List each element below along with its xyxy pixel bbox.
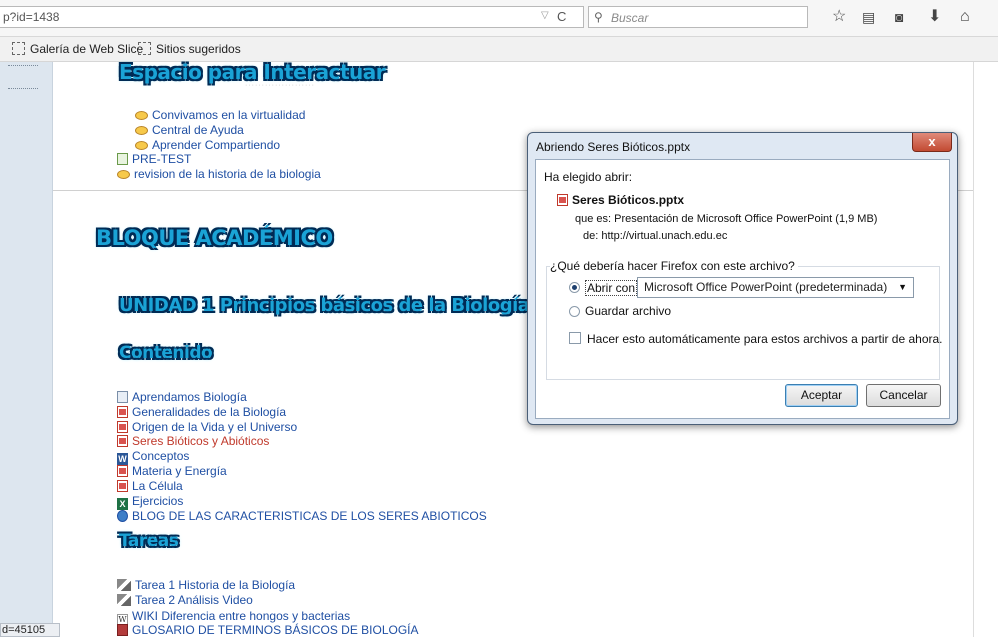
download-dialog: Abriendo Seres Bióticos.pptx x Ha elegid… (527, 132, 958, 425)
resource-link[interactable]: Convivamos en la virtualidad (135, 108, 305, 122)
content-heading: Contenido (119, 343, 213, 363)
powerpoint-icon (557, 194, 568, 206)
chat-icon (117, 170, 130, 179)
unit-heading: UNIDAD 1 Principios básicos de la Biolog… (119, 295, 530, 316)
search-placeholder[interactable]: Buscar (611, 11, 648, 25)
task-link[interactable]: Tarea 2 Análisis Video (117, 593, 253, 607)
resource-link[interactable]: Central de Ayuda (135, 123, 244, 137)
navigation-toolbar: p?id=1438 ▽ C ⚲ Buscar ☆ ▤ ◙ ⬇ ⌂ (0, 0, 998, 37)
tasks-heading: Tareas (119, 531, 179, 551)
bookmark-suggested-sites[interactable]: Sitios sugeridos (138, 42, 241, 56)
dialog-title: Abriendo Seres Bióticos.pptx (536, 140, 691, 154)
save-file-label[interactable]: Guardar archivo (585, 304, 671, 318)
powerpoint-icon (117, 435, 128, 447)
open-with-label[interactable]: Abrir con (585, 280, 638, 296)
file-type: que es: Presentación de Microsoft Office… (575, 213, 878, 225)
accept-button[interactable]: Aceptar (785, 384, 858, 407)
downloads-icon[interactable]: ⬇ (928, 8, 941, 26)
home-icon[interactable]: ⌂ (960, 8, 970, 26)
file-name: Seres Bióticos.pptx (557, 193, 684, 207)
resource-link[interactable]: Aprendamos Biología (117, 390, 247, 404)
blog-icon (117, 510, 128, 522)
pocket-icon[interactable]: ◙ (895, 8, 903, 26)
dialog-body: Ha elegido abrir: Seres Bióticos.pptx qu… (535, 159, 950, 419)
resource-link[interactable]: La Célula (117, 479, 183, 493)
powerpoint-icon (117, 406, 128, 418)
heading-watermark: ····················· (245, 82, 315, 89)
bookmark-web-slice[interactable]: Galería de Web Slice (12, 42, 143, 56)
resource-link[interactable]: W Conceptos (117, 449, 189, 465)
action-question: ¿Qué debería hacer Firefox con este arch… (550, 259, 798, 273)
resource-link[interactable]: Origen de la Vida y el Universo (117, 420, 297, 434)
auto-action-label[interactable]: Hacer esto automáticamente para estos ar… (587, 332, 943, 346)
resource-link[interactable]: PRE-TEST (117, 152, 191, 166)
auto-action-checkbox[interactable] (569, 332, 581, 344)
bookmark-star-icon[interactable]: ☆ (832, 8, 846, 26)
resource-link[interactable]: revision de la historia de la biologia (117, 167, 321, 181)
open-with-radio[interactable] (569, 282, 580, 293)
url-bar[interactable]: p?id=1438 ▽ C (0, 6, 584, 28)
sidebar-divider (8, 88, 38, 89)
bookmarks-toolbar: Galería de Web Slice Sitios sugeridos (0, 37, 998, 62)
open-with-select[interactable]: Microsoft Office PowerPoint (predetermin… (637, 277, 914, 298)
glossary-icon (117, 624, 128, 636)
powerpoint-icon (117, 421, 128, 433)
resource-link[interactable]: X Ejercicios (117, 494, 183, 510)
resource-link-active[interactable]: Seres Bióticos y Abióticos (117, 434, 269, 448)
status-bar: d=45105 (0, 623, 60, 637)
resource-link[interactable]: Aprender Compartiendo (135, 138, 280, 152)
assignment-icon (117, 594, 131, 606)
section-heading-academico: BLOQUE ACADÉMICO (96, 226, 333, 250)
assignment-icon (117, 579, 131, 591)
search-icon: ⚲ (594, 10, 603, 24)
url-text[interactable]: p?id=1438 (3, 10, 59, 24)
search-bar[interactable]: ⚲ Buscar (588, 6, 808, 28)
bookmarks-library-icon[interactable]: ▤ (862, 8, 875, 26)
save-file-radio[interactable] (569, 306, 580, 317)
url-dropdown-icon[interactable]: ▽ (541, 10, 549, 21)
task-link[interactable]: Tarea 1 Historia de la Biología (117, 578, 295, 592)
chevron-down-icon: ▼ (898, 282, 907, 292)
powerpoint-icon (117, 480, 128, 492)
reload-icon[interactable]: C (557, 9, 566, 24)
suggested-sites-icon (138, 42, 151, 55)
page-scrollbar[interactable] (973, 62, 998, 637)
cancel-button[interactable]: Cancelar (866, 384, 941, 407)
document-icon (117, 391, 128, 403)
section-heading-interactuar: Espacio para Interactuar (119, 60, 386, 84)
task-link[interactable]: GLOSARIO DE TERMINOS BÁSICOS DE BIOLOGÍA (117, 623, 419, 637)
resource-link[interactable]: BLOG DE LAS CARACTERISTICAS DE LOS SERES… (117, 509, 487, 523)
forum-icon (135, 141, 148, 150)
resource-link[interactable]: Materia y Energía (117, 464, 227, 478)
left-sidebar (0, 62, 53, 637)
dialog-intro: Ha elegido abrir: (544, 170, 633, 184)
web-slice-icon (12, 42, 25, 55)
forum-icon (135, 111, 148, 120)
quiz-icon (117, 153, 128, 165)
file-source: de: http://virtual.unach.edu.ec (583, 230, 728, 242)
close-button[interactable]: x (912, 133, 952, 152)
powerpoint-icon (117, 465, 128, 477)
forum-icon (135, 126, 148, 135)
sidebar-divider (8, 65, 38, 66)
resource-link[interactable]: Generalidades de la Biología (117, 405, 286, 419)
